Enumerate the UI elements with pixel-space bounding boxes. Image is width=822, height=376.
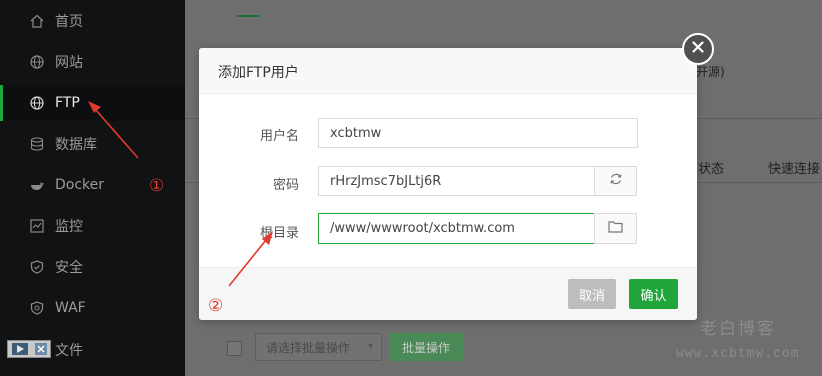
sidebar-item-label: 监控 [55,219,83,235]
sidebar-item-label: FTP [55,95,80,111]
close-icon [692,41,704,57]
sidebar-item-label: 数据库 [55,137,97,153]
dialog-footer: 取消 确认 [199,267,697,320]
password-label: 密码 [272,178,299,193]
active-tab-indicator [237,15,259,17]
sidebar-item-label: 文件 [55,343,83,359]
sidebar-item-label: WAF [55,300,86,316]
sidebar-item-label: 安全 [55,260,83,276]
chevron-down-icon: ▾ [367,341,373,352]
sidebar-item-home[interactable]: 首页 [0,3,185,39]
password-value: rHrzJmsc7bJLtj6R [330,173,442,189]
sidebar-item-label: 首页 [55,14,83,30]
username-field[interactable]: xcbtmw [318,118,638,148]
sidebar-item-label: 网站 [55,55,83,71]
regenerate-password-button[interactable] [594,166,637,196]
docker-icon [29,177,45,193]
root-directory-field[interactable]: /www/wwwroot/xcbtmw.com [318,213,595,244]
sidebar-item-website[interactable]: 网站 [0,44,185,80]
sidebar-item-monitor[interactable]: 监控 [0,208,185,244]
watermark-url: www.xcbtmw.com [676,346,800,361]
root-directory-value: /www/wwwroot/xcbtmw.com [330,221,515,236]
shield-icon [29,259,45,275]
annotation-marker-1: ① [149,176,165,196]
refresh-icon [609,172,623,190]
confirm-button[interactable]: 确认 [629,279,678,309]
column-header-status: 状态 [698,162,725,177]
sidebar-item-security[interactable]: 安全 [0,249,185,285]
home-icon [29,13,45,29]
dialog-header: 添加FTP用户 [199,48,697,94]
bulk-action-select[interactable]: 请选择批量操作 ▾ [255,333,382,361]
monitor-icon [29,218,45,234]
watermark-title: 老白博客 [700,319,776,339]
sidebar-item-files[interactable]: 文件 [0,332,185,368]
close-dialog-button[interactable] [682,33,714,65]
username-label: 用户名 [259,129,299,144]
annotation-marker-2: ② [208,296,224,316]
ftp-globe-icon [29,95,45,111]
bulk-action-button[interactable]: 批量操作 [389,333,463,361]
globe-icon [29,54,45,70]
add-ftp-user-dialog: 添加FTP用户 用户名 xcbtmw 密码 rHrzJmsc7bJLtj6R 根… [199,48,697,320]
database-icon [29,136,45,152]
select-all-checkbox[interactable] [227,341,242,356]
root-directory-label: 根目录 [259,226,299,241]
waf-shield-icon [29,300,45,316]
folder-icon [608,220,623,237]
open-source-text: 开源) [696,65,725,79]
sidebar-item-database[interactable]: 数据库 [0,126,185,162]
media-player-icon [7,340,51,358]
dialog-title: 添加FTP用户 [218,65,299,81]
username-value: xcbtmw [330,125,382,141]
column-header-quick-connect: 快速连接 [768,162,821,177]
cancel-button[interactable]: 取消 [568,279,616,309]
browse-directory-button[interactable] [594,213,637,244]
sidebar-item-waf[interactable]: WAF [0,290,185,326]
password-field[interactable]: rHrzJmsc7bJLtj6R [318,166,595,196]
sidebar-item-label: Docker [55,177,105,193]
bulk-action-placeholder: 请选择批量操作 [266,340,351,355]
sidebar-item-ftp[interactable]: FTP [0,85,185,121]
